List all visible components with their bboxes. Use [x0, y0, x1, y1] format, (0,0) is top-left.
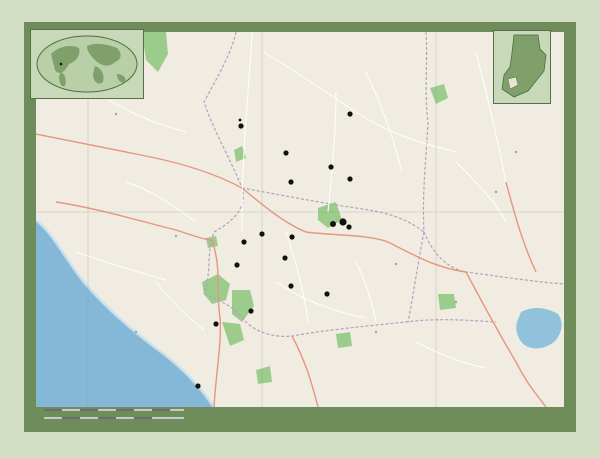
country-locator-inset [493, 30, 551, 104]
marker[interactable] [282, 255, 288, 261]
marker[interactable] [347, 176, 353, 182]
marker[interactable] [195, 383, 201, 389]
marker[interactable] [288, 283, 294, 289]
marker[interactable] [238, 123, 244, 129]
marker[interactable] [213, 321, 219, 327]
marker[interactable] [328, 164, 334, 170]
marker[interactable] [324, 291, 330, 297]
marker[interactable] [339, 218, 347, 226]
marker[interactable] [238, 118, 242, 122]
scale-bar [44, 409, 184, 419]
marker[interactable] [248, 308, 254, 314]
marker[interactable] [289, 234, 295, 240]
marker[interactable] [234, 262, 240, 268]
marker[interactable] [283, 150, 289, 156]
marker[interactable] [330, 221, 336, 227]
marker[interactable] [288, 179, 294, 185]
marker[interactable] [346, 224, 352, 230]
marker[interactable] [241, 239, 247, 245]
marker[interactable] [347, 111, 353, 117]
world-inset [30, 29, 144, 99]
marker[interactable] [259, 231, 265, 237]
